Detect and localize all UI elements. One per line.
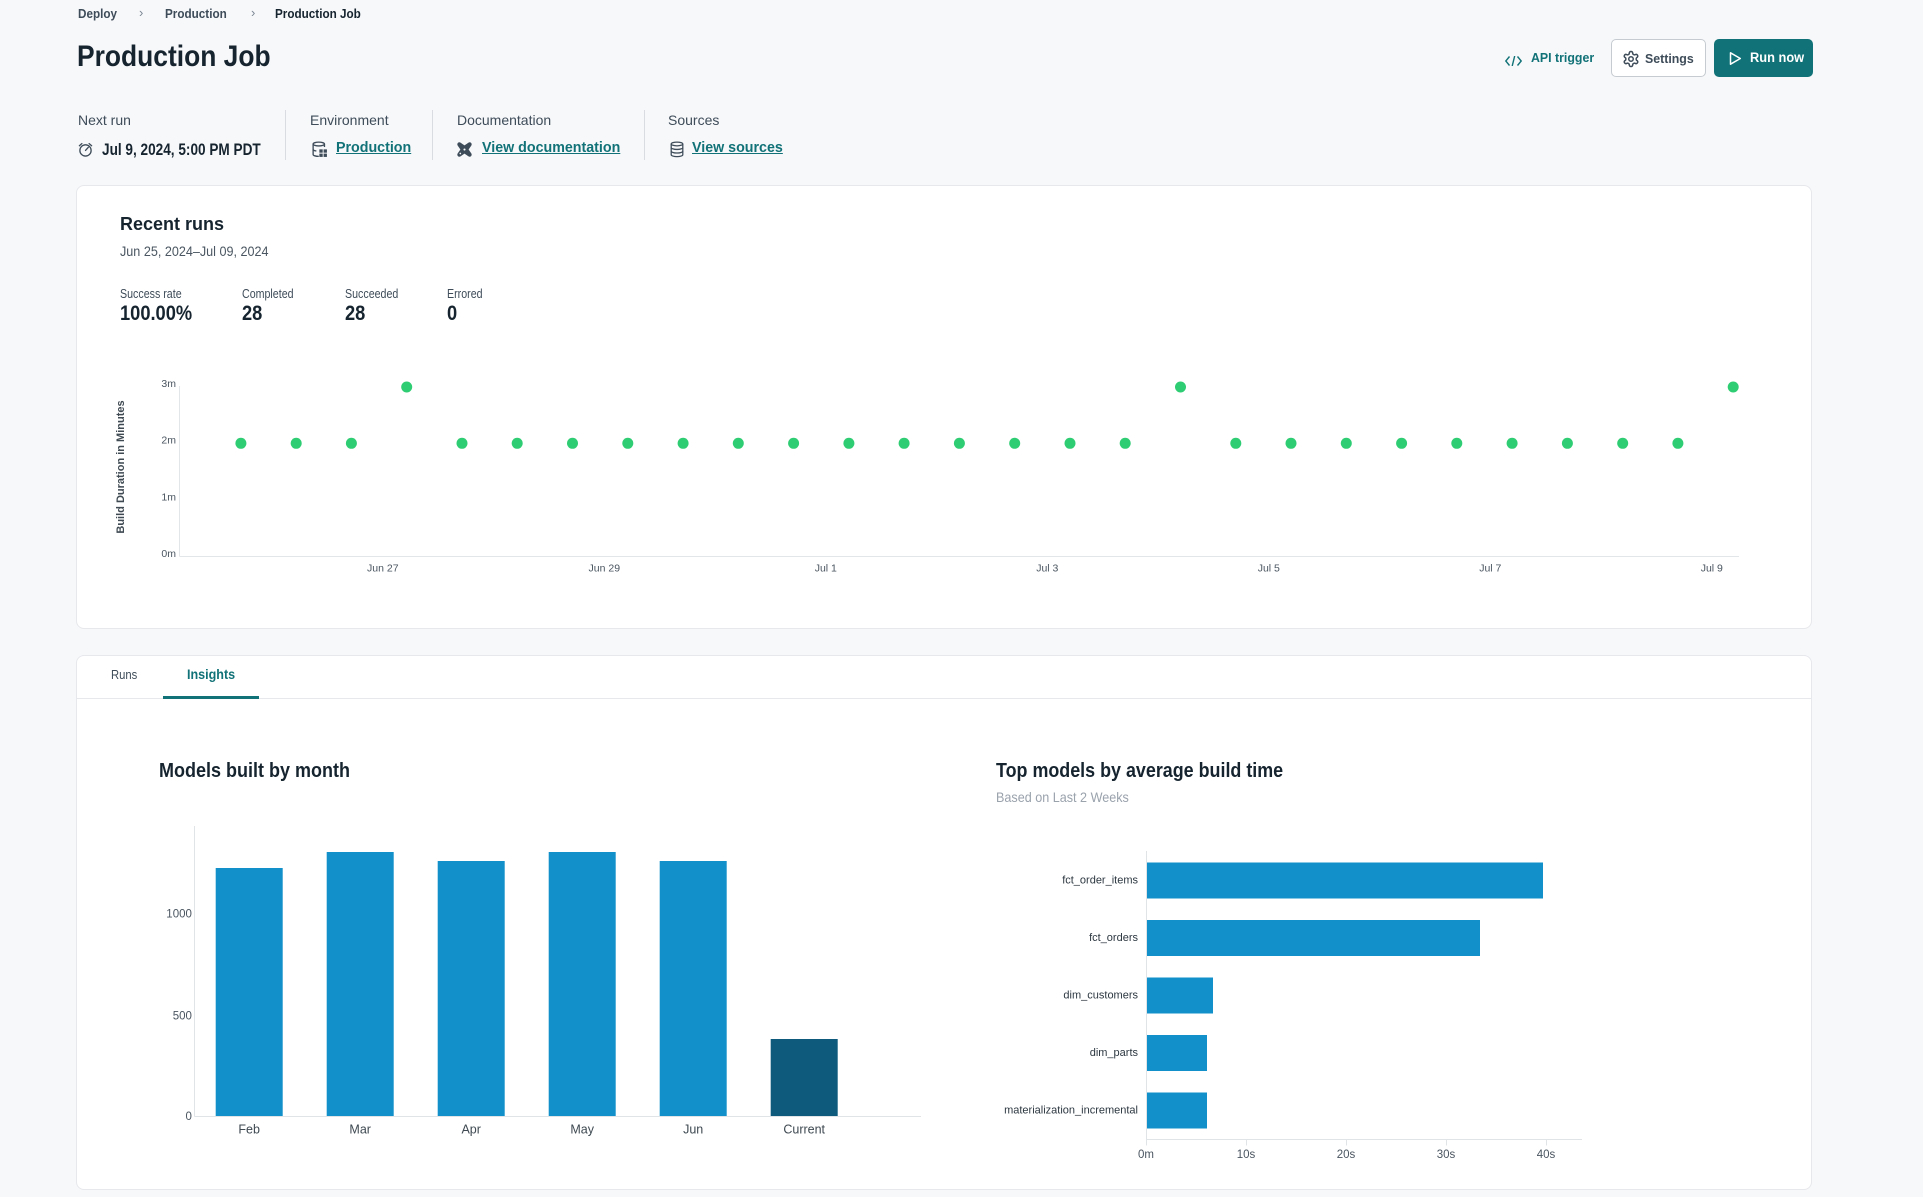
svg-text:Jun 29: Jun 29: [589, 562, 621, 574]
svg-text:Feb: Feb: [238, 1123, 260, 1137]
svg-text:May: May: [570, 1123, 594, 1137]
svg-text:Jul 3: Jul 3: [1036, 562, 1058, 574]
svg-text:Apr: Apr: [461, 1123, 480, 1137]
svg-text:2m: 2m: [161, 435, 176, 447]
svg-text:0m: 0m: [1138, 1149, 1154, 1161]
svg-text:Jul 9: Jul 9: [1701, 562, 1723, 574]
svg-text:Build Duration in Minutes: Build Duration in Minutes: [115, 400, 127, 533]
svg-text:dim_parts: dim_parts: [1090, 1047, 1139, 1059]
svg-text:3m: 3m: [161, 378, 176, 390]
svg-text:fct_orders: fct_orders: [1089, 932, 1138, 944]
svg-text:Jul 5: Jul 5: [1258, 562, 1280, 574]
svg-text:dim_customers: dim_customers: [1063, 990, 1138, 1002]
svg-text:fct_order_items: fct_order_items: [1062, 875, 1138, 887]
svg-text:1000: 1000: [166, 909, 192, 921]
svg-text:0m: 0m: [161, 548, 176, 560]
svg-text:40s: 40s: [1537, 1149, 1556, 1161]
svg-text:20s: 20s: [1337, 1149, 1356, 1161]
svg-text:Jun 27: Jun 27: [367, 562, 399, 574]
svg-text:0: 0: [185, 1111, 191, 1123]
svg-text:Jul 1: Jul 1: [815, 562, 837, 574]
svg-text:Jul 7: Jul 7: [1479, 562, 1501, 574]
svg-text:Mar: Mar: [349, 1123, 371, 1137]
svg-text:10s: 10s: [1237, 1149, 1256, 1161]
svg-text:500: 500: [173, 1011, 192, 1023]
svg-text:30s: 30s: [1437, 1149, 1456, 1161]
svg-text:materialization_incremental: materialization_incremental: [1004, 1105, 1138, 1117]
svg-text:Current: Current: [783, 1123, 825, 1137]
svg-text:1m: 1m: [161, 491, 176, 503]
svg-text:Jun: Jun: [683, 1123, 703, 1137]
